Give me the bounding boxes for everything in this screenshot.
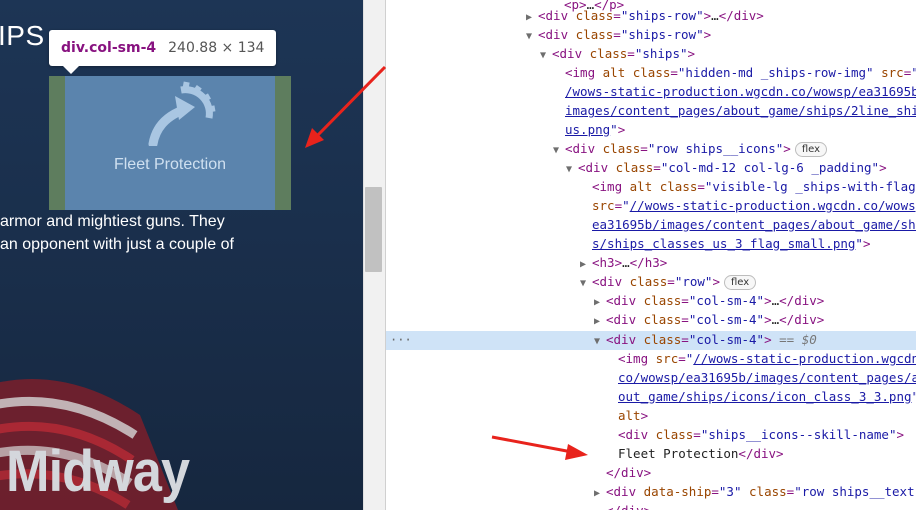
node-actions-ellipsis[interactable]: ··· bbox=[390, 331, 412, 350]
dom-node-ships[interactable]: ▼ <div class="ships"> bbox=[386, 45, 916, 64]
skill-name-label: Fleet Protection bbox=[113, 156, 227, 173]
tooltip-dimensions: 240.88 × 134 bbox=[168, 40, 265, 56]
selected-node-marker: == $0 bbox=[779, 332, 817, 347]
highlighted-element[interactable]: Fleet Protection bbox=[49, 76, 291, 210]
dom-node-img[interactable]: <img alt class="hidden-md _ships-row-img… bbox=[386, 64, 916, 83]
ship-name: Midway bbox=[6, 439, 190, 504]
page-scrollbar-thumb[interactable] bbox=[365, 187, 382, 272]
dom-node-ships-row-collapsed[interactable]: ▶ <div class="ships-row">…</div> bbox=[386, 7, 916, 26]
dom-node-ships-text[interactable]: ▶ <div data-ship="3" class="row ships__te… bbox=[386, 483, 916, 502]
dom-node-col-sm-4-selected[interactable]: ··· ▼ <div class="col-sm-4"> == $0 bbox=[386, 331, 916, 350]
dom-node-img-src[interactable]: images/content_pages/about_game/ships/2l… bbox=[386, 102, 916, 121]
dom-node-img-flag[interactable]: <img alt class="visible-lg _ships-with-f… bbox=[386, 178, 916, 197]
dom-node-skill-name[interactable]: <div class="ships__icons--skill-name"> bbox=[386, 426, 916, 445]
dom-node-img-flag-src[interactable]: ea31695b/images/content_pages/about_game… bbox=[386, 216, 916, 235]
dom-node-col-md-12[interactable]: ▼ <div class="col-md-12 col-lg-6 _padding… bbox=[386, 159, 916, 178]
dom-node-img-alt[interactable]: alt> bbox=[386, 407, 916, 426]
dom-node-img-icon-src[interactable]: co/wowsp/ea31695b/images/content_pages/a… bbox=[386, 369, 916, 388]
flex-badge[interactable]: flex bbox=[794, 142, 828, 157]
expand-caret-icon[interactable]: ▶ bbox=[594, 313, 606, 332]
fleet-protection-icon bbox=[148, 81, 216, 146]
dom-node-ships-row[interactable]: ▼ <div class="ships-row"> bbox=[386, 26, 916, 45]
dom-node-col-sm-4-first[interactable]: ▶ <div class="col-sm-4">…</div> bbox=[386, 292, 916, 311]
web-page-viewport: IPS div.col-sm-4 240.88 × 134 Fleet Prot bbox=[0, 0, 363, 510]
dom-node-img-src[interactable]: /wows-static-production.wgcdn.co/wowsp/e… bbox=[386, 83, 916, 102]
dom-node-h3[interactable]: ▶ <h3>…</h3> bbox=[386, 254, 916, 273]
inspect-tooltip: div.col-sm-4 240.88 × 134 bbox=[49, 30, 277, 66]
dom-node-ships-icons[interactable]: ▼ <div class="row ships__icons"> flex bbox=[386, 140, 916, 159]
dom-node-row[interactable]: ▼ <div class="row"> flex bbox=[386, 273, 916, 292]
flex-badge[interactable]: flex bbox=[723, 275, 757, 290]
dom-node-close-div[interactable]: </div> bbox=[386, 502, 916, 510]
dom-node-img-src[interactable]: us.png"> bbox=[386, 121, 916, 140]
devtools-elements-panel: <p>…</p> ▶ <div class="ships-row">…</div>… bbox=[385, 0, 916, 510]
tooltip-selector: div.col-sm-4 bbox=[61, 40, 157, 56]
dom-node-col-sm-4-second[interactable]: ▶ <div class="col-sm-4">…</div> bbox=[386, 311, 916, 330]
dom-node-img-flag-src[interactable]: src="//wows-static-production.wgcdn.co/w… bbox=[386, 197, 916, 216]
highlighted-content-area: Fleet Protection bbox=[65, 76, 275, 210]
section-heading: IPS bbox=[0, 20, 45, 51]
dom-node-img-icon-src[interactable]: out_game/ships/icons/icon_class_3_3.png" bbox=[386, 388, 916, 407]
ship-description: armor and mightiest guns. They an oppone… bbox=[0, 210, 363, 256]
dom-node-img-flag-src[interactable]: s/ships_classes_us_3_flag_small.png"> bbox=[386, 235, 916, 254]
dom-node-skill-name-text[interactable]: Fleet Protection</div> bbox=[386, 445, 916, 464]
dom-node-close-div[interactable]: </div> bbox=[386, 464, 916, 483]
tooltip-pointer bbox=[63, 66, 79, 74]
description-line: armor and mightiest guns. They bbox=[0, 213, 225, 230]
dom-node-img-icon[interactable]: <img src="//wows-static-production.wgcdn… bbox=[386, 350, 916, 369]
description-line: an opponent with just a couple of bbox=[0, 236, 234, 253]
